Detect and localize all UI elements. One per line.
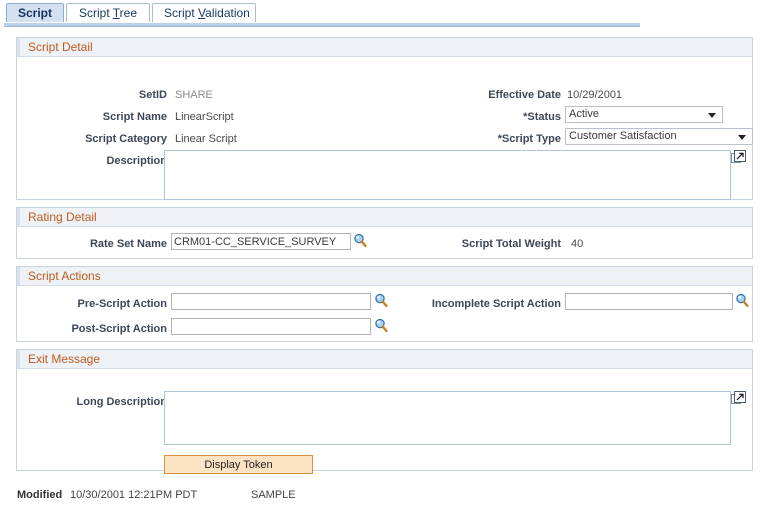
- expand-icon[interactable]: [731, 391, 746, 406]
- script-category-label: Script Category: [85, 133, 167, 145]
- rating-detail-title: Rating Detail: [28, 210, 97, 224]
- tab-bar-underline: [4, 23, 640, 27]
- tab-script-tree-label-tail: ree: [119, 6, 138, 20]
- chevron-down-icon: [738, 135, 746, 140]
- description-textarea[interactable]: [164, 150, 731, 200]
- script-name-value: LinearScript: [175, 111, 234, 123]
- expand-icon[interactable]: [731, 150, 746, 165]
- script-actions-body: Pre-Script Action Incomplete Script Acti…: [17, 286, 752, 342]
- status-label: *Status: [523, 111, 561, 123]
- incomplete-script-action-label: Incomplete Script Action: [431, 298, 561, 310]
- description-label: Description: [106, 155, 167, 167]
- post-script-action-input[interactable]: [171, 318, 371, 335]
- script-detail-body: SetID SHARE Script Name LinearScript Scr…: [17, 57, 753, 200]
- script-actions-header: Script Actions: [17, 267, 752, 286]
- tab-script[interactable]: Script: [6, 3, 64, 22]
- tab-script-tree-label: Script: [78, 6, 113, 20]
- script-total-weight-value: 40: [571, 238, 584, 250]
- status-value: Active: [569, 108, 599, 120]
- script-type-label: *Script Type: [497, 133, 561, 145]
- long-description-textarea[interactable]: [164, 391, 731, 445]
- script-detail-header: Script Detail: [17, 38, 752, 57]
- effective-date-value: 10/29/2001: [567, 89, 623, 101]
- long-description-label: Long Description: [76, 396, 167, 408]
- magnifier-icon[interactable]: [353, 233, 367, 248]
- tab-script-tree[interactable]: Script Tree: [66, 3, 150, 22]
- tab-script-label: Script: [18, 6, 53, 20]
- tab-script-validation-label-tail: alidation: [205, 6, 250, 20]
- magnifier-icon[interactable]: [374, 318, 388, 333]
- script-actions-panel: Script Actions Pre-Script Action Incompl…: [16, 266, 753, 342]
- tab-bar: Script Script Tree Script Validation: [0, 0, 763, 27]
- post-script-action-label: Post-Script Action: [71, 323, 167, 335]
- pre-script-action-label: Pre-Script Action: [77, 298, 167, 310]
- tab-script-validation-label: Script: [164, 6, 199, 20]
- incomplete-script-action-input[interactable]: [565, 293, 733, 310]
- script-type-value: Customer Satisfaction: [569, 130, 677, 142]
- modified-label: Modified: [17, 489, 63, 501]
- modified-timestamp: 10/30/2001 12:21PM PDT: [70, 489, 198, 501]
- rating-detail-body: Rate Set Name Script Total Weight 40: [17, 227, 752, 259]
- display-token-button[interactable]: Display Token: [164, 455, 313, 474]
- tab-script-validation[interactable]: Script Validation: [152, 3, 256, 22]
- modified-user: SAMPLE: [251, 489, 296, 501]
- rating-detail-header: Rating Detail: [17, 208, 752, 227]
- exit-message-title: Exit Message: [28, 352, 101, 366]
- rate-set-name-input[interactable]: [171, 233, 351, 250]
- magnifier-icon[interactable]: [374, 293, 388, 308]
- exit-message-panel: Exit Message Long Description Display To…: [16, 349, 753, 474]
- script-type-dropdown[interactable]: Customer Satisfaction: [565, 128, 753, 145]
- rating-detail-panel: Rating Detail Rate Set Name Script Total…: [16, 207, 753, 259]
- pre-script-action-input[interactable]: [171, 293, 371, 310]
- magnifier-icon[interactable]: [735, 293, 749, 308]
- rate-set-name-label: Rate Set Name: [89, 238, 167, 250]
- script-name-label: Script Name: [102, 111, 167, 123]
- script-detail-title: Script Detail: [28, 40, 93, 54]
- effective-date-label: Effective Date: [488, 89, 561, 101]
- status-dropdown[interactable]: Active: [565, 106, 723, 123]
- tab-script-tree-accel: T: [112, 6, 120, 20]
- setid-value: SHARE: [175, 89, 213, 101]
- setid-label: SetID: [138, 89, 167, 101]
- script-page: Script Script Tree Script Validation Scr…: [0, 0, 763, 506]
- script-total-weight-label: Script Total Weight: [461, 238, 561, 250]
- script-detail-panel: Script Detail SetID SHARE Script Name Li…: [16, 37, 753, 200]
- script-actions-title: Script Actions: [28, 269, 101, 283]
- script-category-value: Linear Script: [175, 133, 237, 145]
- exit-message-body: Long Description Display Token: [17, 369, 752, 474]
- exit-message-header: Exit Message: [17, 350, 752, 369]
- chevron-down-icon: [708, 113, 716, 118]
